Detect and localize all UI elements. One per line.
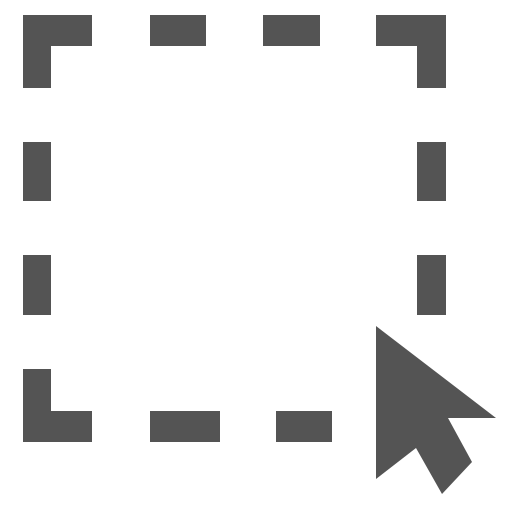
bottom-dash-2: [276, 411, 332, 442]
corner-top-right-vertical: [417, 15, 446, 88]
left-dash-2: [23, 255, 51, 315]
left-dash-1: [23, 142, 51, 201]
corner-bottom-left-horizontal: [23, 411, 92, 442]
top-dash-1: [150, 15, 206, 46]
cursor-arrow-icon: [376, 326, 496, 494]
top-dash-2: [263, 15, 320, 46]
right-dash-1: [417, 142, 446, 201]
bottom-dash-1: [150, 411, 220, 442]
icon-canvas: [0, 0, 512, 512]
right-dash-2: [417, 255, 446, 315]
marquee-select-icon: [23, 15, 496, 494]
corner-top-left-vertical: [23, 15, 51, 88]
